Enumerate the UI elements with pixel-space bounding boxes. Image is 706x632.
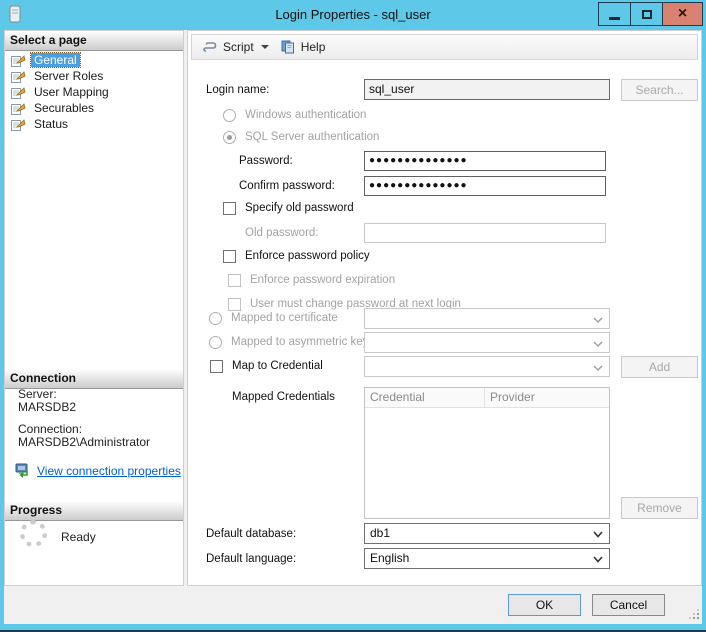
confirm-password-input[interactable]: ●●●●●●●●●●●●●●	[364, 176, 606, 196]
chevron-down-icon	[593, 312, 603, 326]
default-language-value: English	[370, 551, 409, 565]
server-value: MARSDB2	[18, 401, 150, 414]
sidebar-item-label: Status	[31, 117, 71, 131]
chevron-down-icon	[593, 552, 603, 566]
login-name-label: Login name:	[206, 84, 269, 96]
default-database-label: Default database:	[206, 528, 296, 540]
credentials-table-header: Credential Provider	[365, 388, 609, 408]
script-icon	[202, 40, 218, 54]
ok-button[interactable]: OK	[508, 594, 581, 616]
sidebar-item-label: Server Roles	[31, 69, 106, 83]
chevron-down-icon	[593, 336, 603, 350]
page-icon	[11, 54, 26, 67]
must-change-password-checkbox[interactable]	[228, 298, 241, 311]
mapped-certificate-radio[interactable]	[209, 312, 222, 325]
connection-value: MARSDB2\Administrator	[18, 436, 150, 449]
asym-key-combobox[interactable]	[364, 332, 610, 353]
cancel-button[interactable]: Cancel	[592, 594, 665, 616]
sidebar-item-user-mapping[interactable]: User Mapping	[9, 84, 181, 100]
connection-info: Server: MARSDB2 Connection: MARSDB2\Admi…	[18, 388, 150, 449]
enforce-policy-label: Enforce password policy	[245, 250, 370, 262]
sidebar-item-label: General	[31, 53, 80, 67]
map-credential-label: Map to Credential	[232, 360, 323, 372]
script-label: Script	[223, 40, 254, 54]
view-connection-properties-label: View connection properties	[37, 464, 181, 478]
progress-status: Ready	[61, 530, 96, 544]
specify-old-password-checkbox[interactable]	[223, 202, 236, 215]
help-icon	[281, 40, 296, 54]
titlebar[interactable]: Login Properties - sql_user ×	[0, 0, 706, 30]
sql-auth-radio[interactable]	[223, 131, 236, 144]
connection-properties-icon	[15, 463, 32, 478]
help-button[interactable]: Help	[276, 38, 331, 56]
dialog-footer: OK Cancel	[4, 586, 702, 624]
credentials-table[interactable]: Credential Provider	[364, 387, 610, 519]
view-connection-properties-link[interactable]: View connection properties	[15, 463, 181, 478]
password-label: Password:	[239, 155, 293, 167]
sidebar-item-status[interactable]: Status	[9, 116, 181, 132]
enforce-expiration-label: Enforce password expiration	[250, 274, 395, 286]
chevron-down-icon	[593, 360, 603, 374]
script-button[interactable]: Script	[197, 38, 274, 56]
chevron-down-icon	[261, 45, 269, 49]
default-database-combobox[interactable]: db1	[364, 523, 610, 544]
connection-header: Connection	[5, 369, 183, 389]
page-icon	[11, 102, 26, 115]
maximize-button[interactable]	[630, 2, 663, 26]
old-password-label: Old password:	[245, 227, 319, 239]
remove-button[interactable]: Remove	[621, 497, 698, 519]
default-language-label: Default language:	[206, 553, 296, 565]
sidebar: Select a page General Server Roles User …	[4, 30, 184, 586]
select-a-page-header: Select a page	[5, 31, 183, 51]
chevron-down-icon	[593, 527, 603, 541]
certificate-combobox[interactable]	[364, 308, 610, 329]
sidebar-item-securables[interactable]: Securables	[9, 100, 181, 116]
page-icon	[11, 86, 26, 99]
login-name-input[interactable]: sql_user	[364, 79, 610, 100]
main-panel: Script Help Login name: sql_user Search.…	[187, 30, 702, 586]
help-label: Help	[301, 40, 326, 54]
old-password-input[interactable]	[364, 223, 606, 243]
sidebar-item-label: Securables	[31, 101, 97, 115]
mapped-credentials-label: Mapped Credentials	[232, 391, 335, 403]
mapped-certificate-label: Mapped to certificate	[231, 312, 338, 324]
table-header-provider[interactable]: Provider	[485, 388, 609, 408]
default-database-value: db1	[370, 526, 390, 540]
page-icon	[11, 118, 26, 131]
credential-combobox[interactable]	[364, 356, 610, 377]
resize-grip[interactable]	[697, 617, 699, 619]
progress-header: Progress	[5, 501, 183, 521]
sidebar-item-label: User Mapping	[31, 85, 112, 99]
password-input[interactable]: ●●●●●●●●●●●●●●	[364, 151, 606, 171]
sidebar-item-general[interactable]: General	[9, 52, 181, 68]
enforce-expiration-checkbox[interactable]	[228, 274, 241, 287]
close-icon: ×	[678, 6, 687, 22]
page-icon	[11, 70, 26, 83]
minimize-icon	[609, 17, 620, 20]
dialog-content: Select a page General Server Roles User …	[4, 30, 702, 624]
windows-auth-radio[interactable]	[223, 109, 236, 122]
map-credential-checkbox[interactable]	[210, 360, 223, 373]
login-properties-dialog: Login Properties - sql_user × Select a p…	[0, 0, 706, 632]
windows-auth-label: Windows authentication	[245, 109, 366, 121]
maximize-icon	[642, 10, 652, 19]
table-header-credential[interactable]: Credential	[365, 388, 485, 408]
toolbar: Script Help	[191, 34, 698, 60]
default-language-combobox[interactable]: English	[364, 548, 610, 569]
mapped-asym-key-radio[interactable]	[209, 336, 222, 349]
close-button[interactable]: ×	[662, 2, 703, 26]
search-button[interactable]: Search...	[621, 79, 698, 101]
enforce-policy-checkbox[interactable]	[223, 250, 236, 263]
specify-old-password-label: Specify old password	[245, 202, 354, 214]
sql-auth-label: SQL Server authentication	[245, 131, 379, 143]
mapped-asym-key-label: Mapped to asymmetric key	[231, 336, 368, 348]
add-button[interactable]: Add	[621, 356, 698, 378]
minimize-button[interactable]	[598, 2, 631, 26]
progress-spinner-icon	[20, 520, 47, 547]
confirm-password-label: Confirm password:	[239, 180, 335, 192]
page-tree: General Server Roles User Mapping Secura…	[9, 52, 181, 132]
sidebar-item-server-roles[interactable]: Server Roles	[9, 68, 181, 84]
